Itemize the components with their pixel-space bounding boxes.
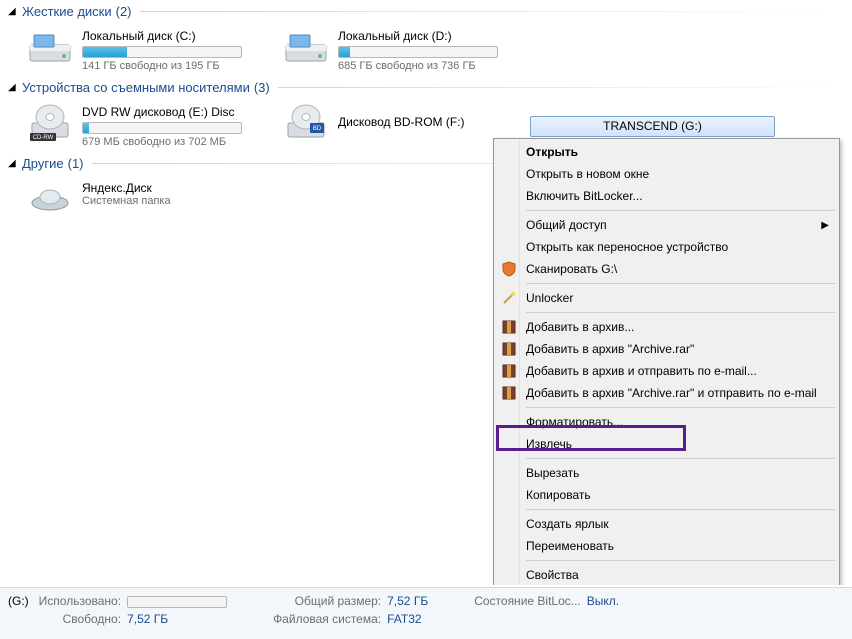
drive-title: Локальный диск (D:)	[338, 29, 526, 43]
ctx-unlocker[interactable]: Unlocker	[496, 287, 837, 309]
group-header-hdd[interactable]: ◢ Жесткие диски (2)	[4, 0, 852, 23]
group-count: (3)	[254, 80, 270, 95]
status-free-label: Свободно:	[39, 612, 121, 626]
drive-d[interactable]: Локальный диск (D:) 685 ГБ свободно из 7…	[276, 23, 532, 76]
ctx-eject[interactable]: Извлечь	[496, 433, 837, 455]
status-fs-label: Файловая система:	[273, 612, 381, 626]
status-drive: (G:)	[8, 594, 29, 608]
status-bitlocker-label: Состояние BitLoc...	[474, 594, 581, 608]
svg-text:CD-RW: CD-RW	[33, 135, 54, 141]
drive-subtext: 685 ГБ свободно из 736 ГБ	[338, 60, 526, 72]
ctx-share[interactable]: Общий доступ▶	[496, 214, 837, 236]
drive-info: DVD RW дисковод (E:) Disc 679 МБ свободн…	[82, 103, 270, 148]
mini-capacity-bar	[127, 596, 227, 608]
status-total-label: Общий размер:	[273, 594, 381, 608]
drive-title: Дисковод BD-ROM (F:)	[338, 115, 526, 129]
ctx-cut[interactable]: Вырезать	[496, 462, 837, 484]
status-used-label: Использовано:	[39, 594, 121, 608]
collapse-icon: ◢	[8, 6, 18, 17]
group-title: Устройства со съемными носителями	[22, 80, 250, 95]
group-rule	[140, 11, 852, 12]
separator	[526, 509, 835, 510]
archive-icon	[501, 363, 517, 379]
status-total-value: 7,52 ГБ	[387, 594, 428, 608]
drive-subtext: 141 ГБ свободно из 195 ГБ	[82, 60, 270, 72]
group-title: Жесткие диски	[22, 4, 112, 19]
explorer-content: ◢ Жесткие диски (2) Локальный диск (C:) …	[0, 0, 852, 585]
status-bar: (G:) Использовано: Свободно: 7,52 ГБ Общ…	[0, 587, 852, 639]
capacity-bar	[82, 46, 242, 58]
ctx-bitlocker[interactable]: Включить BitLocker...	[496, 185, 837, 207]
ctx-open[interactable]: Открыть	[496, 141, 837, 163]
drive-title: DVD RW дисковод (E:) Disc	[82, 105, 270, 119]
submenu-arrow-icon: ▶	[821, 220, 829, 231]
group-count: (2)	[116, 4, 132, 19]
drive-info: Дисковод BD-ROM (F:)	[338, 103, 526, 129]
ctx-add-archive-rar[interactable]: Добавить в архив "Archive.rar"	[496, 338, 837, 360]
drive-subtext: 679 МБ свободно из 702 МБ	[82, 136, 270, 148]
drive-info: Локальный диск (D:) 685 ГБ свободно из 7…	[338, 27, 526, 72]
ctx-portable[interactable]: Открыть как переносное устройство	[496, 236, 837, 258]
ctx-copy[interactable]: Копировать	[496, 484, 837, 506]
drive-c[interactable]: Локальный диск (C:) 141 ГБ свободно из 1…	[20, 23, 276, 76]
capacity-bar	[338, 46, 498, 58]
ctx-rename[interactable]: Переименовать	[496, 535, 837, 557]
ctx-properties[interactable]: Свойства	[496, 564, 837, 585]
archive-icon	[501, 319, 517, 335]
context-menu: Открыть Открыть в новом окне Включить Bi…	[493, 138, 840, 585]
ctx-add-archive[interactable]: Добавить в архив...	[496, 316, 837, 338]
svg-text:BD: BD	[313, 126, 322, 132]
bd-icon: BD	[282, 103, 330, 143]
status-bitlocker-value: Выкл.	[587, 594, 619, 608]
group-header-removable[interactable]: ◢ Устройства со съемными носителями (3)	[4, 76, 852, 99]
separator	[526, 312, 835, 313]
drive-title: TRANSCEND (G:)	[603, 119, 702, 133]
group-count: (1)	[68, 156, 84, 171]
ctx-scan[interactable]: Сканировать G:\	[496, 258, 837, 280]
archive-icon	[501, 385, 517, 401]
separator	[526, 407, 835, 408]
drive-title: Яндекс.Диск	[82, 181, 270, 195]
group-title: Другие	[22, 156, 64, 171]
wand-icon	[501, 290, 517, 306]
drive-info: Яндекс.Диск Системная папка	[82, 179, 270, 207]
archive-icon	[501, 341, 517, 357]
ctx-format[interactable]: Форматировать...	[496, 411, 837, 433]
hdd-icon	[26, 27, 74, 67]
shield-icon	[501, 261, 517, 277]
hdd-icon	[282, 27, 330, 67]
drive-yadisk[interactable]: Яндекс.Диск Системная папка	[20, 175, 276, 223]
drive-g-selected[interactable]: TRANSCEND (G:)	[530, 116, 775, 137]
dvd-icon: CD-RW	[26, 103, 74, 143]
separator	[526, 210, 835, 211]
drive-e[interactable]: CD-RW DVD RW дисковод (E:) Disc 679 МБ с…	[20, 99, 276, 152]
status-free-value: 7,52 ГБ	[127, 612, 227, 626]
ctx-add-email[interactable]: Добавить в архив и отправить по e-mail..…	[496, 360, 837, 382]
group-rule	[278, 87, 852, 88]
ctx-open-new-window[interactable]: Открыть в новом окне	[496, 163, 837, 185]
ctx-add-rar-email[interactable]: Добавить в архив "Archive.rar" и отправи…	[496, 382, 837, 404]
separator	[526, 560, 835, 561]
drive-title: Локальный диск (C:)	[82, 29, 270, 43]
drive-info: Локальный диск (C:) 141 ГБ свободно из 1…	[82, 27, 270, 72]
collapse-icon: ◢	[8, 158, 18, 169]
status-fs-value: FAT32	[387, 612, 428, 626]
hdd-items: Локальный диск (C:) 141 ГБ свободно из 1…	[4, 23, 852, 76]
drive-subtext: Системная папка	[82, 195, 270, 207]
separator	[526, 283, 835, 284]
collapse-icon: ◢	[8, 82, 18, 93]
capacity-bar	[82, 122, 242, 134]
ufo-icon	[26, 179, 74, 219]
separator	[526, 458, 835, 459]
ctx-shortcut[interactable]: Создать ярлык	[496, 513, 837, 535]
